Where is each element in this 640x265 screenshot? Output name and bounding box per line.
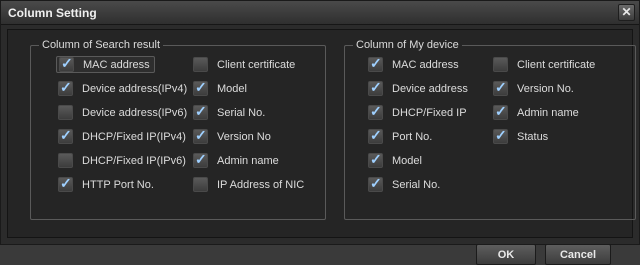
checkbox-label: Status bbox=[517, 130, 549, 143]
dialog-title: Column Setting bbox=[8, 6, 97, 20]
checkbox-box[interactable]: ✓ bbox=[493, 127, 508, 144]
title-bar[interactable]: Column Setting ✕ bbox=[1, 1, 639, 25]
checkbox-label: Port No. bbox=[392, 130, 433, 143]
check-icon: ✓ bbox=[370, 175, 382, 191]
checkbox-label: Model bbox=[217, 82, 247, 95]
checkbox-box[interactable]: ✓ bbox=[368, 127, 383, 144]
search-result-group: Column of Search result ✓ MAC address ✓ Dev… bbox=[30, 39, 326, 220]
checkbox-version-no[interactable]: ✓ Version No bbox=[191, 127, 275, 145]
checkbox-label: Admin name bbox=[217, 154, 279, 167]
check-icon: ✓ bbox=[370, 151, 382, 167]
check-icon: ✓ bbox=[370, 55, 382, 71]
checkbox-label: DHCP/Fixed IP(IPv4) bbox=[82, 130, 186, 143]
checkbox-label: Serial No. bbox=[217, 106, 266, 119]
check-icon: ✓ bbox=[60, 127, 72, 143]
check-icon: ✓ bbox=[495, 79, 507, 95]
check-icon: ✓ bbox=[61, 55, 73, 71]
check-icon: ✓ bbox=[495, 103, 507, 119]
checkbox-label: Device address bbox=[392, 82, 468, 95]
checkbox-version-no[interactable]: ✓ Version No. bbox=[491, 79, 578, 97]
checkbox-box[interactable]: ✓ bbox=[368, 79, 383, 96]
ok-button[interactable]: OK bbox=[476, 244, 536, 265]
check-icon: ✓ bbox=[60, 79, 72, 95]
checkbox-client-certificate[interactable]: Client certificate bbox=[191, 56, 299, 73]
search-result-group-title: Column of Search result bbox=[39, 39, 163, 51]
checkbox-box[interactable]: ✓ bbox=[368, 103, 383, 120]
checkbox-label: Device address(IPv6) bbox=[82, 106, 188, 119]
checkbox-box[interactable] bbox=[58, 105, 73, 120]
cancel-button[interactable]: Cancel bbox=[545, 244, 611, 265]
dialog-body: Column of Search result ✓ MAC address ✓ Dev… bbox=[7, 29, 636, 265]
checkbox-model[interactable]: ✓ Model bbox=[191, 79, 251, 97]
checkbox-mac-address[interactable]: ✓ MAC address bbox=[366, 55, 463, 73]
column-setting-dialog: Column Setting ✕ Column of Search result… bbox=[0, 0, 640, 265]
check-icon: ✓ bbox=[195, 127, 207, 143]
checkbox-model[interactable]: ✓ Model bbox=[366, 151, 426, 169]
checkbox-label: Model bbox=[392, 154, 422, 167]
check-icon: ✓ bbox=[370, 103, 382, 119]
checkbox-client-certificate[interactable]: Client certificate bbox=[491, 56, 599, 73]
checkbox-box[interactable] bbox=[193, 57, 208, 72]
checkbox-box[interactable] bbox=[193, 177, 208, 192]
checkbox-label: Client certificate bbox=[217, 58, 296, 71]
checkbox-box[interactable]: ✓ bbox=[59, 55, 74, 72]
checkbox-box[interactable]: ✓ bbox=[58, 127, 73, 144]
checkbox-admin-name[interactable]: ✓ Admin name bbox=[191, 151, 283, 169]
checkbox-dhcp-fixed-ip-ipv4[interactable]: ✓ DHCP/Fixed IP(IPv4) bbox=[56, 127, 190, 145]
checkbox-box[interactable]: ✓ bbox=[368, 151, 383, 168]
checkbox-box[interactable]: ✓ bbox=[493, 103, 508, 120]
checkbox-status[interactable]: ✓ Status bbox=[491, 127, 552, 145]
checkbox-label: DHCP/Fixed IP bbox=[392, 106, 467, 119]
checkbox-ip-address-of-nic[interactable]: IP Address of NIC bbox=[191, 176, 308, 193]
checkbox-box[interactable] bbox=[493, 57, 508, 72]
checkbox-dhcp-fixed-ip-ipv6[interactable]: DHCP/Fixed IP(IPv6) bbox=[56, 152, 190, 169]
checkbox-mac-address[interactable]: ✓ MAC address bbox=[56, 55, 155, 73]
checkbox-device-address-ipv6[interactable]: Device address(IPv6) bbox=[56, 104, 191, 121]
checkbox-label: DHCP/Fixed IP(IPv6) bbox=[82, 154, 186, 167]
checkbox-box[interactable] bbox=[58, 153, 73, 168]
checkbox-label: Admin name bbox=[517, 106, 579, 119]
checkbox-http-port-no[interactable]: ✓ HTTP Port No. bbox=[56, 175, 158, 193]
checkbox-label: Client certificate bbox=[517, 58, 596, 71]
checkbox-admin-name[interactable]: ✓ Admin name bbox=[491, 103, 583, 121]
checkbox-box[interactable]: ✓ bbox=[193, 127, 208, 144]
checkbox-port-no[interactable]: ✓ Port No. bbox=[366, 127, 436, 145]
close-icon: ✕ bbox=[621, 5, 632, 19]
check-icon: ✓ bbox=[195, 151, 207, 167]
checkbox-label: Serial No. bbox=[392, 178, 441, 191]
check-icon: ✓ bbox=[370, 127, 382, 143]
checkbox-box[interactable]: ✓ bbox=[58, 175, 73, 192]
checkbox-label: Version No bbox=[217, 130, 271, 143]
checkbox-box[interactable]: ✓ bbox=[368, 175, 383, 192]
my-device-group-title: Column of My device bbox=[353, 39, 462, 51]
checkbox-label: HTTP Port No. bbox=[82, 178, 154, 191]
close-button[interactable]: ✕ bbox=[618, 4, 635, 21]
checkbox-box[interactable]: ✓ bbox=[193, 103, 208, 120]
checkbox-label: MAC address bbox=[83, 58, 150, 71]
checkbox-box[interactable]: ✓ bbox=[493, 79, 508, 96]
checkbox-serial-no[interactable]: ✓ Serial No. bbox=[191, 103, 269, 121]
checkbox-box[interactable]: ✓ bbox=[193, 79, 208, 96]
check-icon: ✓ bbox=[195, 79, 207, 95]
check-icon: ✓ bbox=[60, 175, 72, 191]
checkbox-label: Version No. bbox=[517, 82, 574, 95]
checkbox-serial-no[interactable]: ✓ Serial No. bbox=[366, 175, 444, 193]
checkbox-label: MAC address bbox=[392, 58, 459, 71]
checkbox-label: Device address(IPv4) bbox=[82, 82, 188, 95]
checkbox-label: IP Address of NIC bbox=[217, 178, 305, 191]
checkbox-dhcp-fixed-ip[interactable]: ✓ DHCP/Fixed IP bbox=[366, 103, 471, 121]
checkbox-device-address-ipv4[interactable]: ✓ Device address(IPv4) bbox=[56, 79, 191, 97]
check-icon: ✓ bbox=[195, 103, 207, 119]
my-device-group: Column of My device ✓ MAC address ✓ Device … bbox=[344, 39, 636, 220]
check-icon: ✓ bbox=[495, 127, 507, 143]
checkbox-box[interactable]: ✓ bbox=[368, 55, 383, 72]
checkbox-box[interactable]: ✓ bbox=[58, 79, 73, 96]
checkbox-device-address[interactable]: ✓ Device address bbox=[366, 79, 472, 97]
check-icon: ✓ bbox=[370, 79, 382, 95]
checkbox-box[interactable]: ✓ bbox=[193, 151, 208, 168]
